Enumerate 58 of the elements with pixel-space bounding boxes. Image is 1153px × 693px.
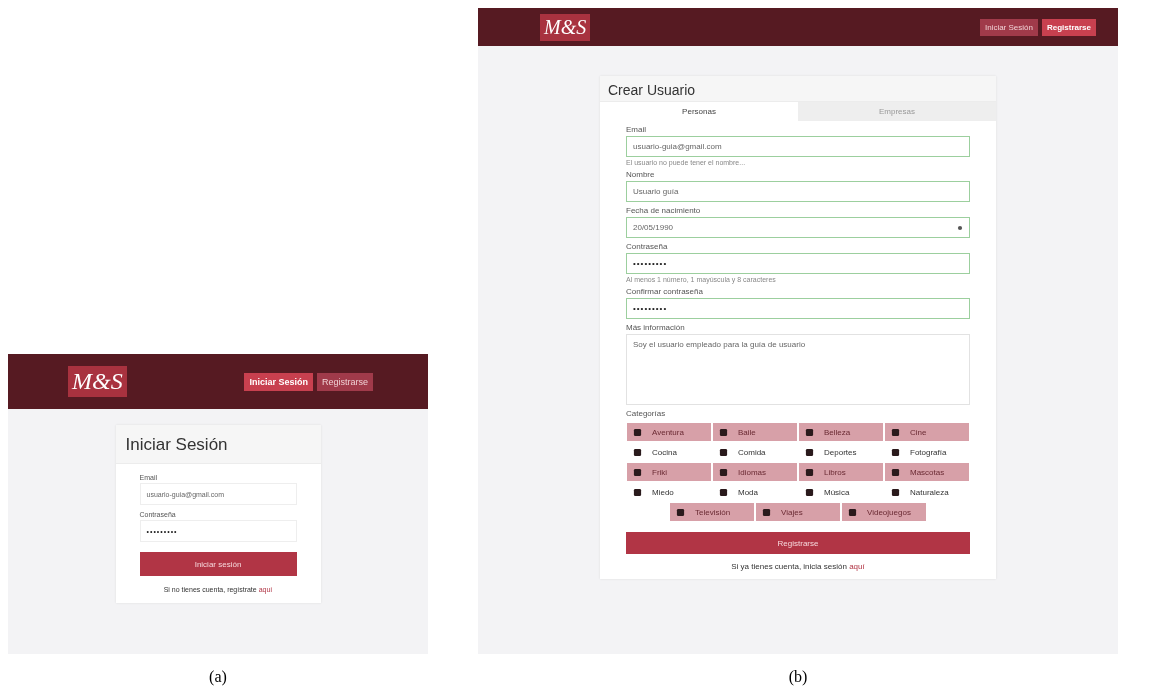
square-icon [762,507,771,517]
nav-button[interactable]: Registrarse [317,372,373,391]
category-toggle[interactable]: Mascotas [884,462,970,482]
field-label: Nombre [626,170,656,179]
square-icon [805,447,814,457]
nav-button[interactable]: Iniciar Sesión [979,18,1038,36]
square-icon [719,427,728,437]
textarea-field[interactable]: Soy el usuario empleado para la guía de usuario [626,334,970,405]
category-toggle[interactable]: Aventura [626,422,712,442]
field-label: Fecha de nacimiento [626,206,702,215]
category-toggle[interactable]: Cine [884,422,970,442]
form-title: Iniciar Sesión [125,435,228,454]
nav-button[interactable]: Registrarse [1041,18,1096,36]
category-toggle[interactable]: Libros [798,462,884,482]
square-icon [891,447,900,457]
category-toggle[interactable]: Viajes [755,502,841,522]
field-label: Categorías [626,409,667,418]
field-label: Email [626,125,647,134]
category-toggle[interactable]: Idiomas [712,462,798,482]
square-icon [633,467,642,477]
input-field[interactable]: usuario-guia@gmail.com [626,136,970,157]
square-icon [719,467,728,477]
square-icon [891,487,900,497]
field-label: Confirmar contraseña [626,287,704,296]
square-icon [805,487,814,497]
form-title: Crear Usuario [608,82,696,98]
field-label: Más información [626,323,686,332]
square-icon [719,447,728,457]
square-icon [633,427,642,437]
category-toggle[interactable]: Videojuegos [841,502,927,522]
field-label: Contraseña [626,242,669,251]
square-icon [633,487,642,497]
footer-text: Si ya tienes cuenta, inicia sesión aquí [730,562,866,571]
input-field[interactable]: Usuario guía [626,181,970,202]
square-icon [848,507,857,517]
footer-link[interactable]: aquí [849,562,865,571]
date-field[interactable]: 20/05/1990 [626,217,970,238]
square-icon [676,507,685,517]
logo: M&S [540,13,591,41]
password-field[interactable]: ••••••••• [626,253,970,274]
category-toggle[interactable]: Friki [626,462,712,482]
figure-caption: (b) [788,668,808,686]
figure-caption: (a) [209,668,227,686]
submit-button[interactable]: Registrarse [626,532,970,554]
category-toggle[interactable]: Televisión [669,502,755,522]
submit-button[interactable]: Iniciar sesión [139,552,297,576]
square-icon [891,427,900,437]
nav-button[interactable]: Iniciar Sesión [244,372,313,391]
tab[interactable]: Personas [600,102,798,121]
square-icon [633,447,642,457]
password-field[interactable]: ••••••••• [626,298,970,319]
square-icon [891,467,900,477]
square-icon [719,487,728,497]
category-toggle[interactable]: Belleza [798,422,884,442]
square-icon [805,427,814,437]
square-icon [805,467,814,477]
category-toggle[interactable]: Baile [712,422,798,442]
logo: M&S [68,366,127,397]
